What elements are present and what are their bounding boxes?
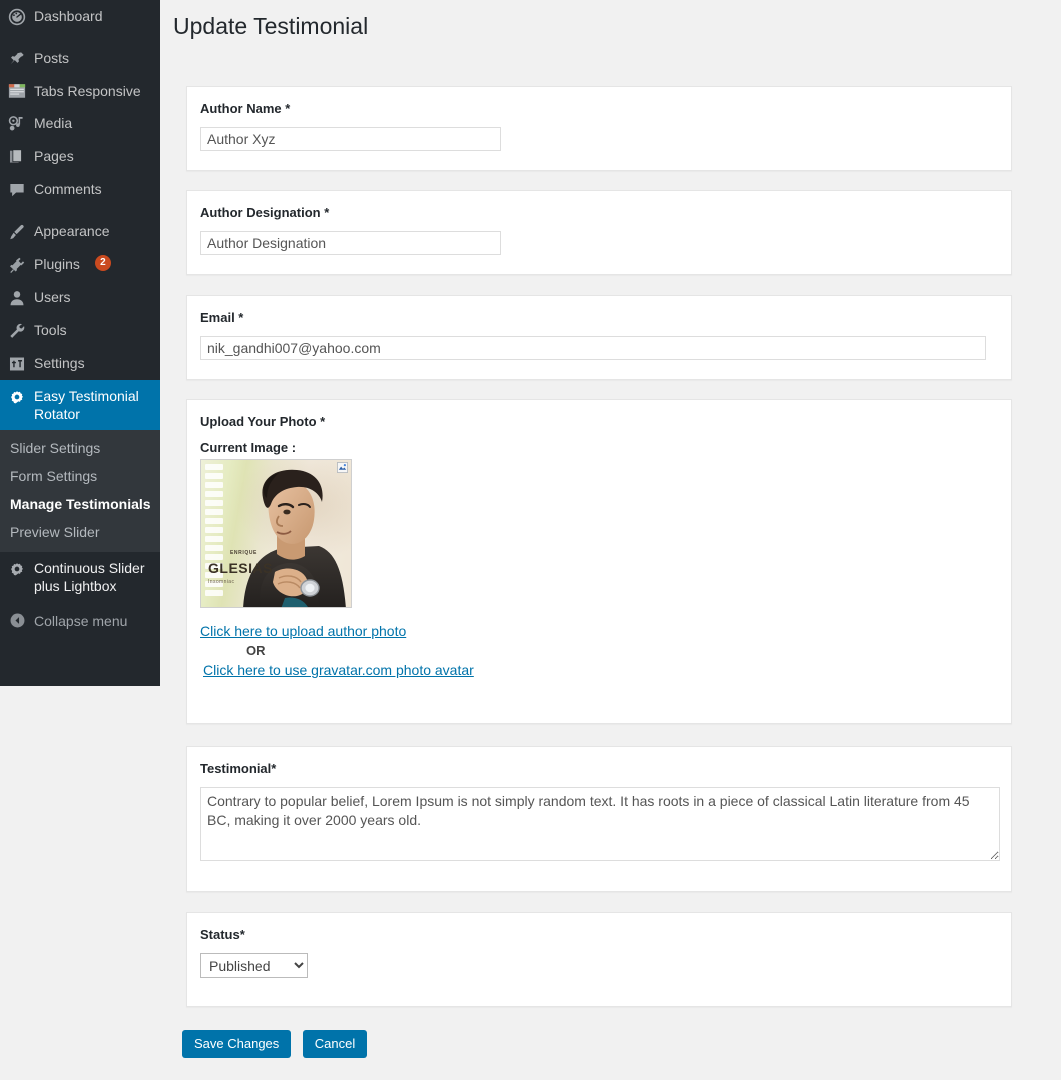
- sidebar-item-label: Users: [34, 289, 71, 305]
- submenu-item-manage-testimonials[interactable]: Manage Testimonials: [0, 490, 160, 518]
- testimonial-textarea[interactable]: Contrary to popular belief, Lorem Ipsum …: [200, 787, 1000, 861]
- submenu-item-slider-settings[interactable]: Slider Settings: [0, 434, 160, 462]
- author-name-label: Author Name *: [200, 101, 291, 116]
- sidebar-item-easy-testimonial-rotator[interactable]: Easy Testimonial Rotator: [0, 380, 168, 430]
- image-caption-sub: Insomniac: [208, 579, 235, 585]
- sidebar-item-label: Easy Testimonial Rotator: [34, 388, 139, 422]
- sidebar-item-label: Pages: [34, 148, 74, 164]
- sidebar-item-tabs-responsive[interactable]: Tabs Responsive: [0, 75, 160, 107]
- sidebar-item-label: Tabs Responsive: [34, 83, 141, 99]
- sidebar-item-label: Plugins: [34, 256, 80, 272]
- save-changes-button[interactable]: Save Changes: [182, 1030, 292, 1058]
- sidebar-item-pages[interactable]: Pages: [0, 140, 160, 173]
- brush-icon: [0, 222, 34, 241]
- submenu-item-form-settings[interactable]: Form Settings: [0, 462, 160, 490]
- pin-icon: [0, 49, 34, 68]
- sidebar-item-continuous-slider-plus-lightbox[interactable]: Continuous Slider plus Lightbox: [0, 552, 160, 602]
- sidebar-item-users[interactable]: Users: [0, 281, 160, 314]
- sidebar-item-label: Continuous Slider plus Lightbox: [34, 560, 145, 594]
- form-actions: Save Changes Cancel: [182, 1030, 374, 1058]
- sidebar-item-label: Media: [34, 115, 73, 131]
- status-label: Status*: [200, 927, 245, 942]
- sidebar-item-label: Dashboard: [34, 8, 103, 24]
- sidebar-item-tools[interactable]: Tools: [0, 314, 160, 347]
- sidebar-divider: [0, 33, 160, 42]
- user-icon: [0, 288, 34, 307]
- broken-image-icon: [337, 462, 348, 473]
- panel-author-name: Author Name *: [186, 86, 1012, 171]
- gear-icon: [0, 387, 34, 406]
- sidebar-item-plugins[interactable]: Plugins 2: [0, 248, 160, 281]
- panel-upload-photo: Upload Your Photo * Current Image : ENRI…: [186, 399, 1012, 724]
- email-input[interactable]: [200, 336, 986, 360]
- author-designation-input[interactable]: [200, 231, 501, 255]
- author-designation-label: Author Designation *: [200, 205, 330, 220]
- page-title: Update Testimonial: [173, 13, 369, 39]
- sidebar-item-appearance[interactable]: Appearance: [0, 215, 160, 248]
- admin-sidebar: Dashboard Posts Tabs Responsive Media Pa…: [0, 0, 168, 686]
- current-image-thumbnail: ENRIQUE GLESIAS Insomniac: [200, 459, 352, 608]
- image-caption-pre: ENRIQUE: [230, 550, 257, 556]
- sidebar-item-label: Tools: [34, 322, 67, 338]
- collapse-menu-label: Collapse menu: [34, 612, 128, 629]
- cancel-button[interactable]: Cancel: [302, 1030, 368, 1058]
- author-name-input[interactable]: [200, 127, 501, 151]
- comments-icon: [0, 180, 34, 199]
- media-icon: [0, 114, 34, 133]
- plugins-update-badge: 2: [94, 255, 111, 271]
- panel-author-designation: Author Designation *: [186, 190, 1012, 275]
- status-select[interactable]: Published Unpublished: [200, 953, 308, 978]
- submenu-item-preview-slider[interactable]: Preview Slider: [0, 518, 160, 546]
- or-separator-label: OR: [246, 643, 266, 658]
- pages-icon: [0, 147, 34, 166]
- sidebar-item-label: Posts: [34, 50, 70, 66]
- admin-screen: Dashboard Posts Tabs Responsive Media Pa…: [0, 0, 1061, 1080]
- use-gravatar-link[interactable]: Click here to use gravatar.com photo ava…: [203, 661, 474, 679]
- sidebar-item-settings[interactable]: Settings: [0, 347, 160, 380]
- collapse-menu-button[interactable]: Collapse menu: [0, 602, 160, 639]
- sidebar-divider: [0, 206, 160, 215]
- settings-icon: [0, 354, 34, 373]
- main-content: Update Testimonial Author Name * Author …: [160, 0, 1061, 1080]
- panel-testimonial: Testimonial* Contrary to popular belief,…: [186, 746, 1012, 892]
- upload-photo-label: Upload Your Photo *: [200, 414, 326, 429]
- image-caption-main: GLESIAS: [208, 560, 273, 576]
- submenu-easy-testimonial-rotator: Slider Settings Form Settings Manage Tes…: [0, 430, 160, 552]
- panel-email: Email *: [186, 295, 1012, 380]
- sidebar-item-media[interactable]: Media: [0, 107, 160, 140]
- wrench-icon: [0, 321, 34, 340]
- email-label: Email *: [200, 310, 244, 325]
- sidebar-item-posts[interactable]: Posts: [0, 42, 160, 75]
- image-caption: ENRIQUE GLESIAS Insomniac: [208, 546, 273, 589]
- panel-status: Status* Published Unpublished: [186, 912, 1012, 1007]
- tabs-icon: [0, 82, 34, 99]
- sidebar-item-label: Settings: [34, 355, 85, 371]
- testimonial-label: Testimonial*: [200, 761, 277, 776]
- current-image-label: Current Image :: [200, 440, 297, 455]
- gear-icon: [0, 559, 34, 578]
- dashboard-icon: [0, 7, 34, 26]
- sidebar-item-dashboard[interactable]: Dashboard: [0, 0, 160, 33]
- sidebar-item-label: Comments: [34, 181, 102, 197]
- plug-icon: [0, 255, 34, 274]
- collapse-arrow-icon: [0, 612, 34, 629]
- sidebar-item-label: Appearance: [34, 223, 110, 239]
- upload-author-photo-link[interactable]: Click here to upload author photo: [200, 622, 406, 640]
- sidebar-item-comments[interactable]: Comments: [0, 173, 160, 206]
